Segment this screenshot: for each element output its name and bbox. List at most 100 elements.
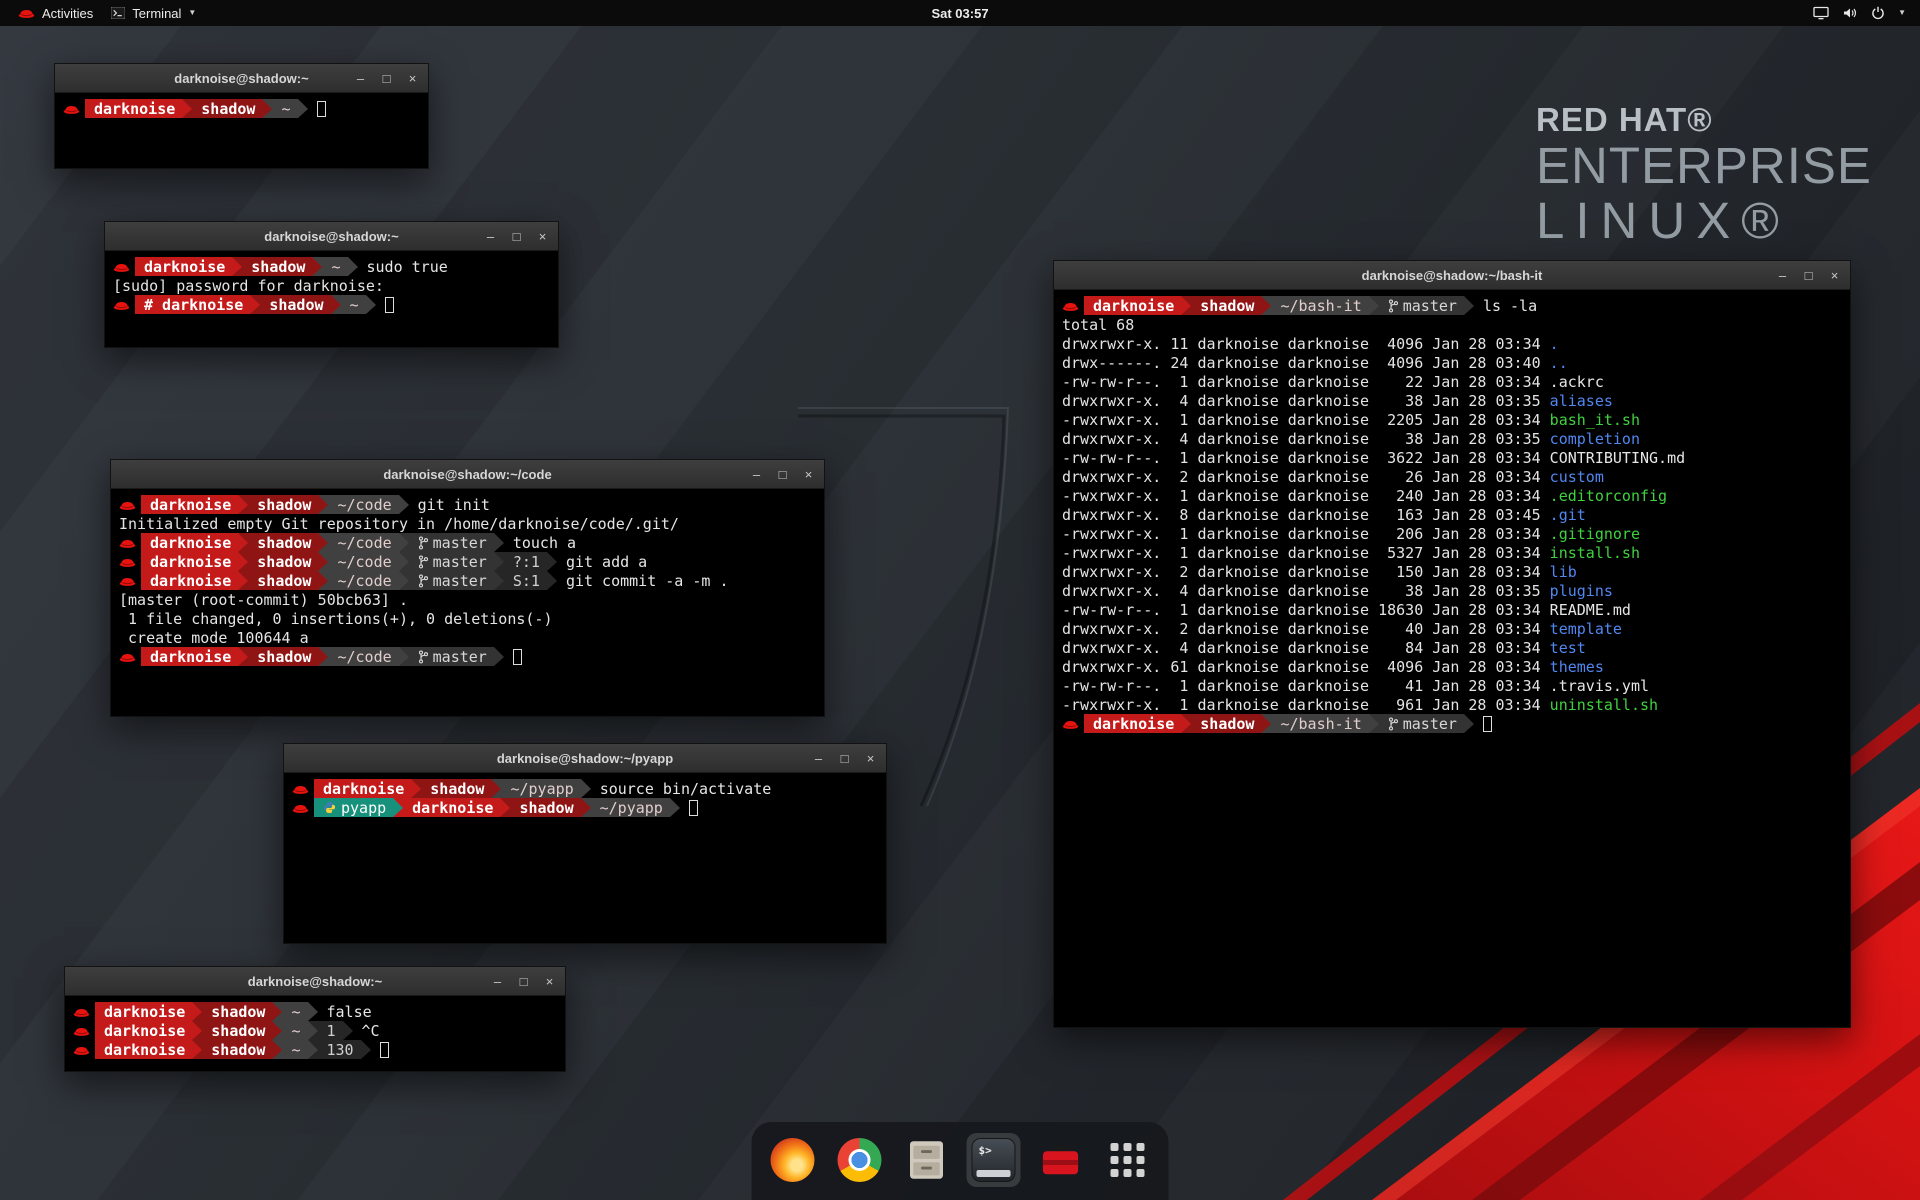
prompt-segment-path: ~/code — [328, 533, 398, 552]
maximize-button[interactable]: □ — [838, 751, 851, 766]
prompt-segment-user: darknoise — [85, 99, 182, 118]
clock[interactable]: Sat 03:57 — [931, 6, 988, 21]
close-button[interactable]: × — [802, 467, 815, 482]
command-text: git add a — [566, 553, 647, 571]
minimize-button[interactable]: – — [354, 71, 367, 86]
window-titlebar[interactable]: darknoise@shadow:~/code – □ × — [111, 460, 824, 489]
powerline-separator — [192, 1021, 202, 1040]
close-button[interactable]: × — [536, 229, 549, 244]
window-titlebar[interactable]: darknoise@shadow:~ – □ × — [65, 967, 565, 996]
terminal-body[interactable]: darknoiseshadow~/codegit initInitialized… — [111, 489, 824, 716]
terminal-output: drwxrwxr-x. 11 darknoise darknoise 4096 … — [1062, 335, 1550, 353]
terminal-body[interactable]: darknoiseshadow~/pyappsource bin/activat… — [284, 773, 886, 943]
dock-item-firefox[interactable] — [766, 1133, 820, 1187]
terminal-window-home-1[interactable]: darknoise@shadow:~ – □ × darknoiseshadow… — [54, 63, 429, 169]
powerline-separator — [494, 533, 504, 552]
powerline-separator — [366, 295, 376, 314]
terminal-icon-bar — [977, 1170, 1011, 1177]
terminal-cursor — [689, 800, 698, 816]
minimize-button[interactable]: – — [812, 751, 825, 766]
prompt-segment-host: shadow — [248, 647, 318, 666]
app-menu[interactable]: Terminal ▼ — [101, 0, 206, 26]
powerline-separator — [308, 1021, 318, 1040]
prompt-segment-path: ~ — [282, 1021, 307, 1040]
power-icon — [1871, 6, 1885, 20]
dock-item-files[interactable] — [900, 1133, 954, 1187]
minimize-button[interactable]: – — [1776, 268, 1789, 283]
redhat-icon — [1062, 718, 1079, 730]
prompt-segment-host: shadow — [1191, 296, 1261, 315]
file-name: uninstall.sh — [1550, 696, 1658, 714]
close-button[interactable]: × — [406, 71, 419, 86]
powerline-separator — [399, 533, 409, 552]
powerline-separator — [298, 99, 308, 118]
powerline-separator — [238, 533, 248, 552]
minimize-button[interactable]: – — [750, 467, 763, 482]
command-text: git commit -a -m . — [566, 572, 729, 590]
redhat-icon — [63, 103, 80, 115]
powerline-separator — [238, 552, 248, 571]
terminal-line: drwxrwxr-x. 61 darknoise darknoise 4096 … — [1062, 657, 1850, 676]
terminal-body[interactable]: darknoiseshadow~/bash-itmasterls -latota… — [1054, 290, 1850, 1027]
terminal-line: darknoiseshadow~/pyappsource bin/activat… — [292, 779, 886, 798]
powerline-separator — [361, 1040, 371, 1059]
powerline-separator — [581, 798, 591, 817]
close-button[interactable]: × — [1828, 268, 1841, 283]
terminal-line: darknoiseshadow~/codemaster — [119, 647, 824, 666]
powerline-separator — [192, 1040, 202, 1059]
terminal-output: total 68 — [1062, 316, 1134, 334]
prompt-segment-git: master — [409, 552, 494, 571]
terminal-line: darknoiseshadow~/codemastertouch a — [119, 533, 824, 552]
minimize-button[interactable]: – — [484, 229, 497, 244]
prompt-segment-git: master — [409, 647, 494, 666]
terminal-body[interactable]: darknoiseshadow~sudo true[sudo] password… — [105, 251, 558, 347]
close-button[interactable]: × — [543, 974, 556, 989]
window-titlebar[interactable]: darknoise@shadow:~ – □ × — [55, 64, 428, 93]
prompt-segment-path: ~/bash-it — [1271, 296, 1368, 315]
maximize-button[interactable]: □ — [1802, 268, 1815, 283]
grid-dot — [1123, 1169, 1131, 1177]
system-status-area[interactable]: ▼ — [1813, 6, 1910, 20]
terminal-line: darknoiseshadow~ — [63, 99, 428, 118]
close-button[interactable]: × — [864, 751, 877, 766]
prompt-segment-user: darknoise — [95, 1002, 192, 1021]
window-titlebar[interactable]: darknoise@shadow:~/bash-it – □ × — [1054, 261, 1850, 290]
minimize-button[interactable]: – — [491, 974, 504, 989]
terminal-body[interactable]: darknoiseshadow~falsedarknoiseshadow~1^C… — [65, 996, 565, 1071]
prompt-segment-user: darknoise — [1084, 714, 1181, 733]
redhat-icon — [292, 802, 309, 814]
dock-item-chrome[interactable] — [833, 1133, 887, 1187]
maximize-button[interactable]: □ — [510, 229, 523, 244]
prompt-segment-status: 130 — [318, 1040, 361, 1059]
window-titlebar[interactable]: darknoise@shadow:~/pyapp – □ × — [284, 744, 886, 773]
window-titlebar[interactable]: darknoise@shadow:~ – □ × — [105, 222, 558, 251]
terminal-window-pyapp[interactable]: darknoise@shadow:~/pyapp – □ × darknoise… — [283, 743, 887, 944]
powerline-separator — [318, 647, 328, 666]
brand-line-redhat: RED HAT® — [1536, 102, 1872, 138]
chrome-icon — [838, 1138, 882, 1182]
powerline-separator — [1369, 296, 1379, 315]
terminal-icon: $> — [972, 1138, 1016, 1182]
terminal-body[interactable]: darknoiseshadow~ — [55, 93, 428, 168]
terminal-window-bash-it[interactable]: darknoise@shadow:~/bash-it – □ × darknoi… — [1053, 260, 1851, 1028]
powerline-separator — [1464, 714, 1474, 733]
terminal-line: darknoiseshadow~/codemaster?:1git add a — [119, 552, 824, 571]
terminal-output: drwxrwxr-x. 2 darknoise darknoise 26 Jan… — [1062, 468, 1550, 486]
redhat-icon — [113, 299, 130, 311]
powerline-separator — [238, 495, 248, 514]
dock-item-terminal[interactable]: $> — [967, 1133, 1021, 1187]
terminal-output: -rw-rw-r--. 1 darknoise darknoise 41 Jan… — [1062, 677, 1550, 695]
maximize-button[interactable]: □ — [776, 467, 789, 482]
prompt-segment-user: darknoise — [95, 1021, 192, 1040]
terminal-window-code[interactable]: darknoise@shadow:~/code – □ × darknoises… — [110, 459, 825, 717]
maximize-button[interactable]: □ — [380, 71, 393, 86]
terminal-window-sudo[interactable]: darknoise@shadow:~ – □ × darknoiseshadow… — [104, 221, 559, 348]
dock-item-app-grid[interactable] — [1101, 1133, 1155, 1187]
dock-item-toolbox[interactable] — [1034, 1133, 1088, 1187]
prompt-segment-user: darknoise — [135, 257, 232, 276]
maximize-button[interactable]: □ — [517, 974, 530, 989]
terminal-line: drwxrwxr-x. 4 darknoise darknoise 38 Jan… — [1062, 391, 1850, 410]
activities-button[interactable]: Activities — [10, 0, 101, 26]
terminal-output: drwxrwxr-x. 61 darknoise darknoise 4096 … — [1062, 658, 1550, 676]
terminal-window-home-2[interactable]: darknoise@shadow:~ – □ × darknoiseshadow… — [64, 966, 566, 1072]
